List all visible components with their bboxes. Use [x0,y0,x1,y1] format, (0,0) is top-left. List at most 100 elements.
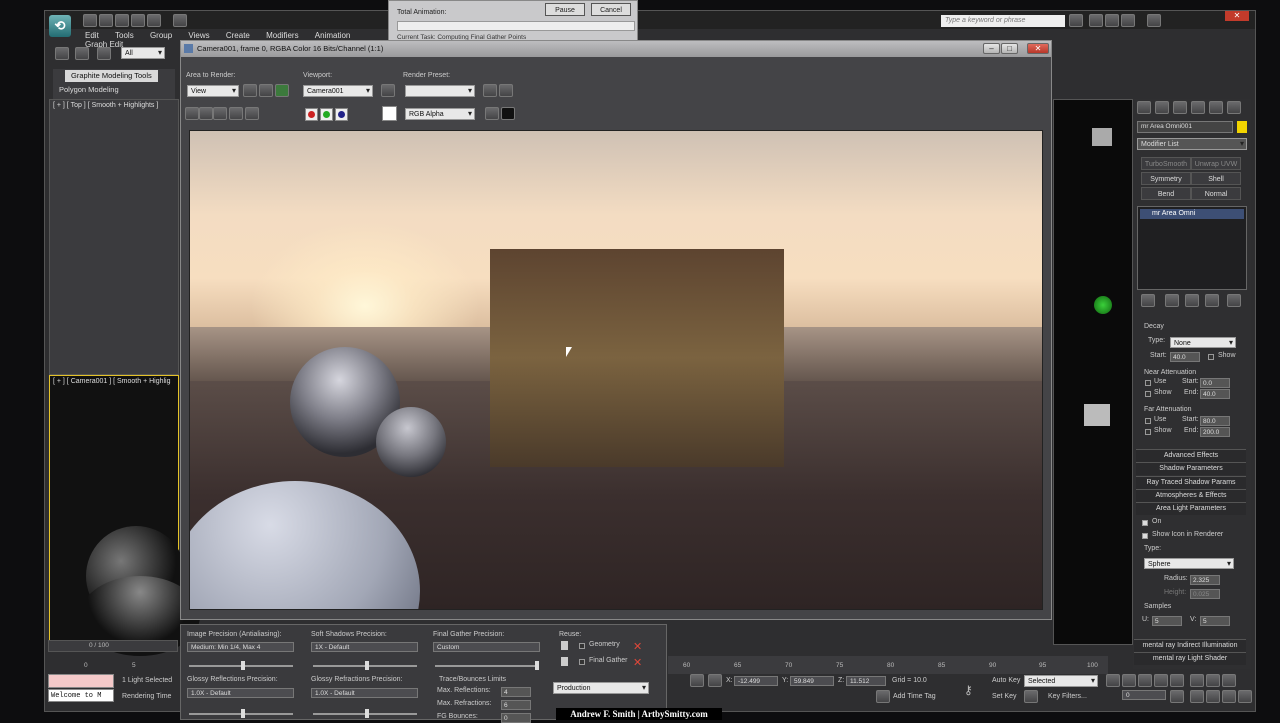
maximize-viewport-icon[interactable] [1238,690,1252,703]
select-link-icon[interactable] [55,47,69,60]
shell-button[interactable]: Shell [1191,172,1241,185]
render-preset-dropdown[interactable] [405,85,475,97]
clear-geometry-cache-icon[interactable]: ✕ [633,640,642,653]
viewport-top-label[interactable]: [ + ] [ Top ] [ Smooth + Highlights ] [53,102,158,109]
key-filters-button[interactable]: Key Filters... [1048,693,1087,700]
undo-icon[interactable] [131,14,145,27]
turbosmooth-button[interactable]: TurboSmooth [1141,157,1191,170]
previous-frame-icon[interactable] [1122,674,1136,687]
unwrap-uvw-button[interactable]: Unwrap UVW [1191,157,1241,170]
menu-group[interactable]: Group [150,31,172,40]
close-frame-button[interactable]: ✕ [1027,43,1049,54]
glossy-refractions-slider[interactable] [313,709,417,718]
decay-type-dropdown[interactable]: None [1170,337,1236,348]
near-start-spinner[interactable]: 0.0 [1200,378,1230,388]
normal-button[interactable]: Normal [1191,187,1241,200]
far-end-spinner[interactable]: 200.0 [1200,427,1230,437]
favorites-icon[interactable] [1121,14,1135,27]
print-image-icon[interactable] [229,107,243,120]
height-spinner[interactable]: 0.025 [1190,589,1220,599]
clear-fg-cache-icon[interactable]: ✕ [633,656,642,669]
minimize-button[interactable]: – [983,43,1000,54]
auto-region-icon[interactable] [259,84,273,97]
add-time-tag[interactable]: Add Time Tag [893,693,936,700]
render-setup-icon[interactable] [483,84,497,97]
symmetry-button[interactable]: Symmetry [1141,172,1191,185]
redo-icon[interactable] [147,14,161,27]
viewport-top[interactable]: [ + ] [ Top ] [ Smooth + Highlights ] [49,99,179,375]
zoom-icon[interactable] [1190,674,1204,687]
motion-panel-icon[interactable] [1191,101,1205,114]
image-precision-field[interactable]: Medium: Min 1/4, Max 4 [187,642,294,652]
go-to-start-icon[interactable] [1106,674,1120,687]
rollout-mr-indirect-illumination[interactable]: mental ray Indirect Illumination [1134,639,1246,652]
image-precision-slider[interactable] [189,661,293,670]
go-to-end-icon[interactable] [1170,674,1184,687]
near-end-spinner[interactable]: 40.0 [1200,389,1230,399]
selection-lock-icon[interactable] [690,674,704,687]
y-coordinate-field[interactable]: 59.849 [790,676,834,686]
x-coordinate-field[interactable]: -12.499 [734,676,778,686]
rollout-ray-traced-shadow-params[interactable]: Ray Traced Shadow Params [1136,476,1246,489]
environment-effects-icon[interactable] [499,84,513,97]
radius-spinner[interactable]: 2.325 [1190,575,1220,585]
bind-space-warp-icon[interactable] [97,47,111,60]
show-end-result-icon[interactable] [1165,294,1179,307]
soft-shadows-field[interactable]: 1X - Default [311,642,418,652]
clone-frame-icon[interactable] [213,107,227,120]
configure-modifier-sets-icon[interactable] [1227,294,1241,307]
alpha-channel-toggle[interactable] [351,108,361,119]
hierarchy-panel-icon[interactable] [1173,101,1187,114]
tools-icon[interactable] [1105,14,1119,27]
rollout-advanced-effects[interactable]: Advanced Effects [1136,449,1246,462]
glossy-reflections-field[interactable]: 1.0X - Default [187,688,294,698]
stack-item-mr-area-omni[interactable]: mr Area Omni [1140,209,1244,219]
make-unique-icon[interactable] [1185,294,1199,307]
soft-shadows-slider[interactable] [313,661,417,670]
lock-geometry-icon[interactable] [561,641,568,650]
reuse-geometry-checkbox[interactable] [579,643,585,649]
unlink-icon[interactable] [75,47,89,60]
samples-u-spinner[interactable]: 5 [1152,616,1182,626]
play-icon[interactable] [1138,674,1152,687]
shape-type-dropdown[interactable]: Sphere [1144,558,1234,569]
rollout-area-light-parameters[interactable]: Area Light Parameters [1136,502,1246,515]
current-frame-field[interactable]: 0 [1122,690,1166,700]
object-color-swatch[interactable] [1237,121,1247,133]
viewport-perspective[interactable] [1053,99,1133,645]
final-gather-precision-slider[interactable] [435,661,539,670]
viewport-camera-label[interactable]: [ + ] [ Camera001 ] [ Smooth + Highlig [53,378,171,385]
selection-filter-dropdown[interactable]: All [121,47,165,59]
modifier-list-dropdown[interactable]: Modifier List [1137,138,1247,150]
viewport-dropdown[interactable]: Camera001 [303,85,373,97]
max-refractions-spinner[interactable]: 6 [501,700,531,710]
decay-start-spinner[interactable]: 40.0 [1170,352,1200,362]
tab-polygon-modeling[interactable]: Polygon Modeling [53,84,125,96]
field-of-view-icon[interactable] [1190,690,1204,703]
key-mode-dropdown[interactable]: Selected [1024,675,1098,687]
save-file-icon[interactable] [115,14,129,27]
lock-final-gather-icon[interactable] [561,657,568,666]
time-slider[interactable]: 0 / 100 [48,640,178,652]
key-icon[interactable]: ⚷ [964,683,973,697]
open-file-icon[interactable] [99,14,113,27]
zoom-extents-icon[interactable] [1222,674,1236,687]
time-config-icon[interactable] [1170,690,1184,703]
maxscript-listener-white[interactable]: Welcome to M [48,689,114,702]
app-logo[interactable]: ⟲ [49,15,71,37]
max-reflections-spinner[interactable]: 4 [501,687,531,697]
glossy-reflections-slider[interactable] [189,709,293,718]
fg-bounces-spinner[interactable]: 0 [501,713,531,723]
next-frame-icon[interactable] [1154,674,1168,687]
near-use-checkbox[interactable] [1145,380,1151,386]
modify-panel-icon[interactable] [1155,101,1169,114]
search-input[interactable]: Type a keyword or phrase [941,15,1065,27]
copy-image-icon[interactable] [199,107,213,120]
pan-icon[interactable] [1206,690,1220,703]
lock-viewport-icon[interactable] [381,84,395,97]
search-icon[interactable] [1069,14,1083,27]
rollout-shadow-parameters[interactable]: Shadow Parameters [1136,462,1246,475]
time-tag-icon[interactable] [876,690,890,703]
remove-modifier-icon[interactable] [1205,294,1219,307]
help-icon[interactable] [1147,14,1161,27]
